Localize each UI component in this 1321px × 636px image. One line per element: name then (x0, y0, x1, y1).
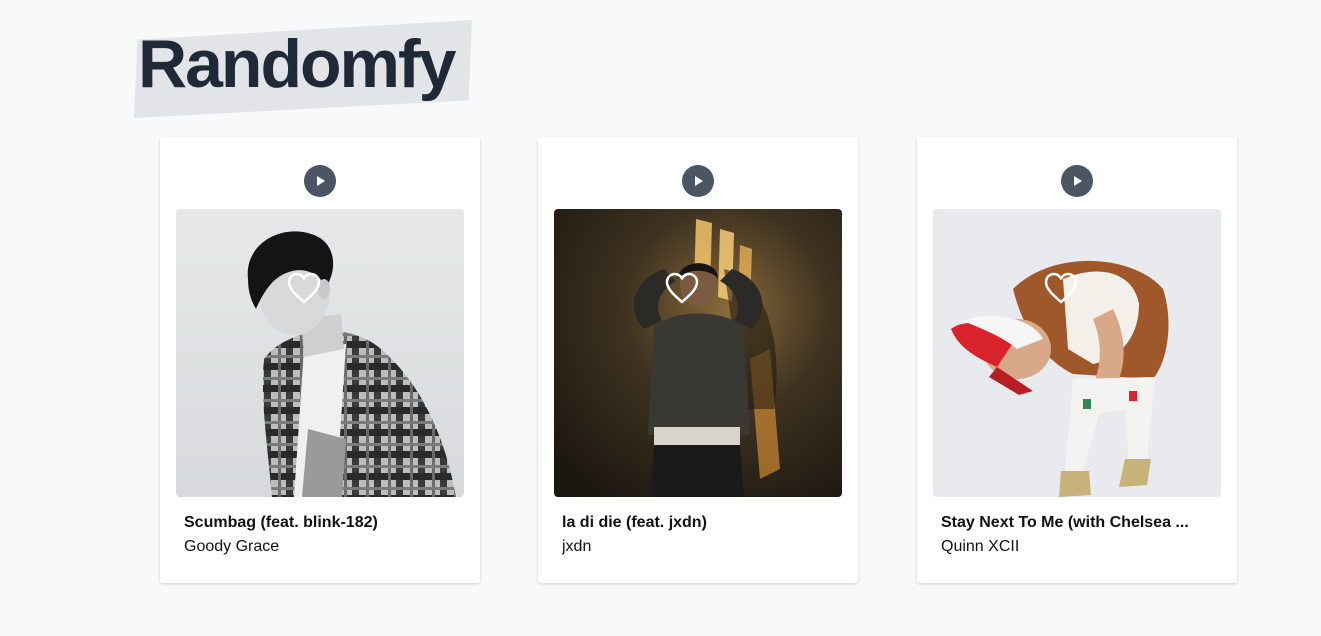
track-artist[interactable]: jxdn (562, 538, 834, 556)
heart-outline-icon (1044, 272, 1078, 304)
like-button[interactable] (1043, 271, 1079, 305)
track-card: Scumbag (feat. blink-182) Goody Grace (160, 137, 480, 583)
play-icon (317, 176, 325, 186)
like-button[interactable] (286, 271, 322, 305)
play-button[interactable] (1061, 165, 1093, 197)
track-title[interactable]: Scumbag (feat. blink-182) (184, 514, 456, 532)
album-art (933, 209, 1221, 497)
page: Randomfy Scumbag (feat. blink-182) Goody… (0, 0, 1321, 636)
track-card: Stay Next To Me (with Chelsea ... Quinn … (917, 137, 1237, 583)
track-title[interactable]: la di die (feat. jxdn) (562, 514, 834, 532)
play-icon (1074, 176, 1082, 186)
track-artist[interactable]: Goody Grace (184, 538, 456, 556)
like-button[interactable] (664, 271, 700, 305)
heart-outline-icon (665, 272, 699, 304)
play-button[interactable] (682, 165, 714, 197)
track-card: la di die (feat. jxdn) jxdn (538, 137, 858, 583)
album-art (176, 209, 464, 497)
track-artist[interactable]: Quinn XCII (941, 538, 1213, 556)
app-title: Randomfy (138, 26, 456, 102)
album-art (554, 209, 842, 497)
heart-outline-icon (287, 272, 321, 304)
app-logo: Randomfy (134, 20, 472, 118)
play-button[interactable] (304, 165, 336, 197)
track-title[interactable]: Stay Next To Me (with Chelsea ... (941, 514, 1213, 532)
play-icon (695, 176, 703, 186)
